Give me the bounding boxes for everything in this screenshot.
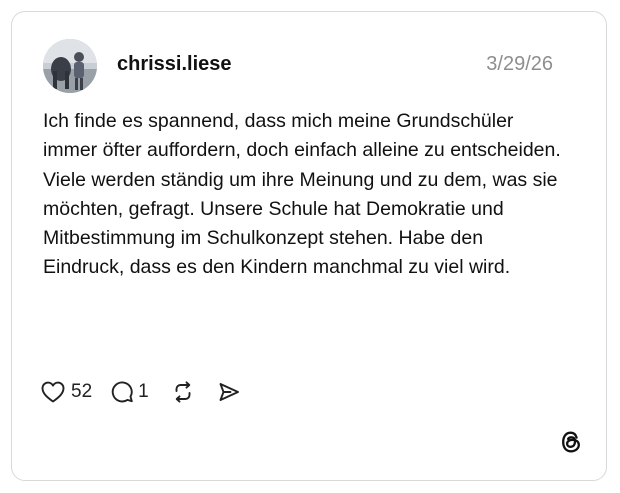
post-text: Ich finde es spannend, dass mich meine G… [43, 110, 561, 279]
reply-count: 1 [138, 381, 149, 402]
share-button[interactable] [217, 380, 241, 404]
post-card: chrissi.liese 3/29/26 Ich finde es spann… [11, 11, 607, 481]
send-icon [217, 380, 241, 404]
action-bar: 52 1 [41, 377, 241, 407]
repost-icon [171, 380, 195, 404]
like-count: 52 [71, 381, 93, 402]
post-date: 3/29/26 [486, 53, 553, 75]
reply-button[interactable]: 1 [110, 380, 149, 404]
like-button[interactable]: 52 [41, 381, 92, 403]
comment-icon [110, 380, 134, 404]
threads-logo-icon[interactable] [558, 429, 584, 455]
heart-icon [41, 381, 65, 403]
username[interactable]: chrissi.liese [117, 51, 232, 77]
repost-button[interactable] [171, 380, 195, 404]
avatar[interactable] [43, 39, 97, 93]
